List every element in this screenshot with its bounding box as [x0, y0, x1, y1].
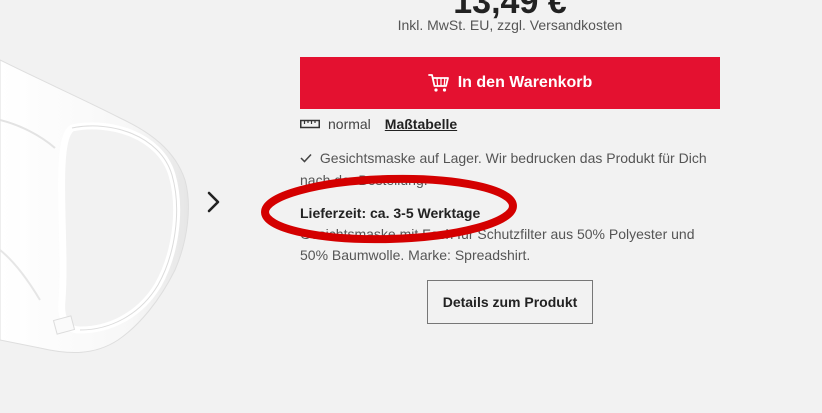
- product-page: 13,49 € Inkl. MwSt. EU, zzgl. Versandkos…: [0, 0, 822, 413]
- product-image[interactable]: [0, 0, 200, 413]
- size-value: normal: [328, 116, 371, 132]
- size-row: normal Maßtabelle: [300, 114, 457, 134]
- next-image-arrow[interactable]: [202, 188, 226, 216]
- chevron-right-icon: [207, 191, 220, 213]
- cart-icon: [427, 74, 449, 92]
- ruler-icon: [300, 119, 320, 129]
- face-mask-image: [0, 59, 189, 354]
- size-chart-link[interactable]: Maßtabelle: [385, 116, 457, 132]
- checkmark-icon: [300, 150, 316, 166]
- add-to-cart-button[interactable]: In den Warenkorb: [300, 57, 720, 109]
- stock-info: Gesichtsmaske auf Lager. Wir bedrucken d…: [300, 147, 720, 191]
- product-description: Gesichtsmaske mit Fach für Schutzfilter …: [300, 226, 695, 263]
- product-details-button[interactable]: Details zum Produkt: [427, 280, 593, 324]
- stock-text: Gesichtsmaske auf Lager. Wir bedrucken d…: [300, 150, 707, 188]
- vat-note: Inkl. MwSt. EU, zzgl. Versandkosten: [397, 17, 623, 33]
- delivery-time: Lieferzeit: ca. 3-5 Werktage: [300, 205, 481, 221]
- add-to-cart-label: In den Warenkorb: [457, 74, 593, 91]
